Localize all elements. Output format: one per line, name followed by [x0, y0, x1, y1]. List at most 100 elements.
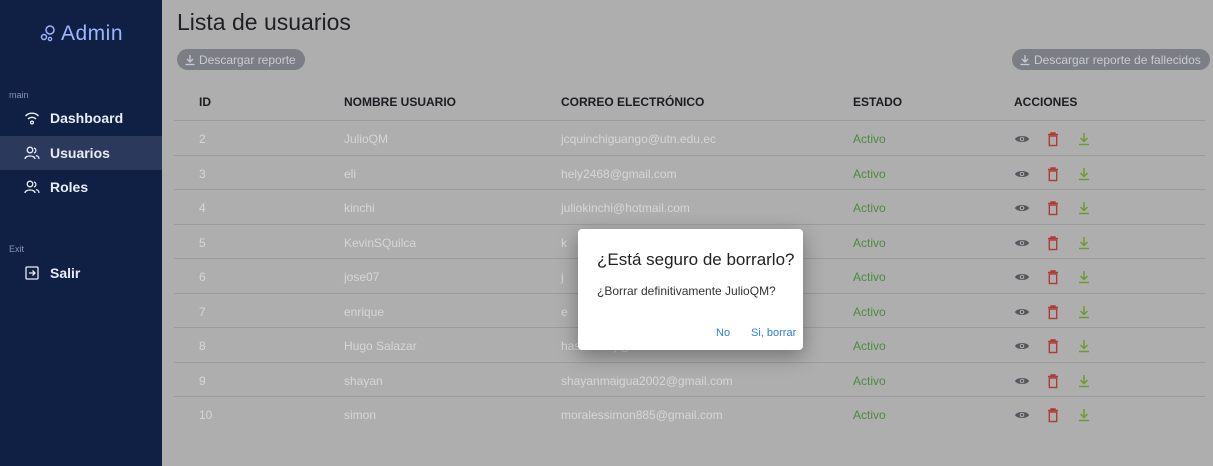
column-header-id: ID: [199, 95, 211, 109]
eye-icon[interactable]: [1014, 269, 1030, 285]
cell-actions: [1014, 166, 1107, 182]
sidebar-item-label: Dashboard: [50, 110, 124, 126]
sidebar: Admin main Dashboard Usuarios Roles Exit: [0, 0, 162, 466]
trash-icon[interactable]: [1045, 131, 1061, 147]
cell-actions: [1014, 407, 1107, 423]
cell-state: Activo: [853, 166, 886, 181]
trash-icon[interactable]: [1045, 338, 1061, 354]
table-row: 3 eli hely2468@gmail.com Activo: [174, 155, 1205, 191]
users-icon: [24, 146, 40, 160]
download-icon: [185, 54, 195, 65]
table-row: 9 shayan shayanmaigua2002@gmail.com Activo: [174, 362, 1205, 398]
cell-state: Activo: [853, 235, 886, 250]
trash-icon[interactable]: [1045, 304, 1061, 320]
table-row: 10 simon moralessimon885@gmail.com Activo: [174, 396, 1205, 432]
eye-icon[interactable]: [1014, 338, 1030, 354]
download-icon[interactable]: [1076, 269, 1092, 285]
sidebar-item-label: Roles: [50, 179, 89, 195]
confirm-delete-dialog: ¿Está seguro de borrarlo? ¿Borrar defini…: [578, 229, 803, 350]
trash-icon[interactable]: [1045, 407, 1061, 423]
cell-email: hely2468@gmail.com: [561, 166, 677, 181]
cell-actions: [1014, 373, 1107, 389]
cell-actions: [1014, 304, 1107, 320]
dialog-title: ¿Está seguro de borrarlo?: [597, 250, 795, 269]
sidebar-item-label: Usuarios: [50, 145, 110, 161]
download-icon[interactable]: [1076, 166, 1092, 182]
cell-id: 9: [199, 373, 206, 388]
brand-logo-icon: [40, 25, 55, 42]
dialog-message: ¿Borrar definitivamente JulioQM?: [597, 284, 776, 298]
download-icon[interactable]: [1076, 200, 1092, 216]
eye-icon[interactable]: [1014, 235, 1030, 251]
download-icon[interactable]: [1076, 338, 1092, 354]
eye-icon[interactable]: [1014, 407, 1030, 423]
eye-icon[interactable]: [1014, 200, 1030, 216]
dialog-confirm-button[interactable]: Si, borrar: [751, 327, 796, 339]
eye-icon[interactable]: [1014, 131, 1030, 147]
cell-name: simon: [344, 407, 377, 422]
download-icon: [1020, 54, 1030, 65]
cell-email: j: [561, 269, 564, 284]
brand[interactable]: Admin: [0, 22, 162, 46]
cell-name: jose07: [344, 269, 380, 284]
sidebar-item-usuarios[interactable]: Usuarios: [0, 136, 162, 170]
trash-icon[interactable]: [1045, 269, 1061, 285]
section-label-exit: Exit: [9, 244, 25, 254]
trash-icon[interactable]: [1045, 166, 1061, 182]
download-deceased-report-button[interactable]: Descargar reporte de fallecidos: [1012, 49, 1210, 70]
cell-email: shayanmaigua2002@gmail.com: [561, 373, 733, 388]
cell-email: jcquinchiguango@utn.edu.ec: [561, 131, 716, 146]
sidebar-item-label: Salir: [50, 265, 81, 281]
trash-icon[interactable]: [1045, 235, 1061, 251]
sidebar-item-dashboard[interactable]: Dashboard: [0, 101, 162, 135]
cell-name: eli: [344, 166, 357, 181]
section-label-main: main: [9, 90, 29, 100]
table-header-row: ID NOMBRE USUARIO CORREO ELECTRÓNICO EST…: [174, 84, 1205, 120]
cell-id: 5: [199, 235, 206, 250]
cell-id: 2: [199, 131, 206, 146]
brand-label: Admin: [60, 22, 124, 45]
users-icon: [24, 180, 40, 194]
download-icon[interactable]: [1076, 407, 1092, 423]
cell-name: KevinSQuilca: [344, 235, 417, 250]
cell-state: Activo: [853, 131, 886, 146]
logout-icon: [25, 266, 39, 280]
download-icon[interactable]: [1076, 304, 1092, 320]
trash-icon[interactable]: [1045, 200, 1061, 216]
cell-state: Activo: [853, 304, 886, 319]
cell-email: moralessimon885@gmail.com: [561, 407, 723, 422]
eye-icon[interactable]: [1014, 373, 1030, 389]
eye-icon[interactable]: [1014, 304, 1030, 320]
column-header-name: NOMBRE USUARIO: [344, 95, 457, 109]
download-report-button[interactable]: Descargar reporte: [177, 49, 305, 70]
column-header-actions: ACCIONES: [1014, 95, 1078, 109]
cell-actions: [1014, 131, 1107, 147]
dialog-cancel-button[interactable]: No: [716, 327, 730, 339]
cell-email: k: [561, 235, 567, 250]
cell-actions: [1014, 338, 1107, 354]
wifi-icon: [24, 112, 40, 125]
download-icon[interactable]: [1076, 235, 1092, 251]
cell-name: enrique: [344, 304, 385, 319]
cell-id: 6: [199, 269, 206, 284]
cell-id: 4: [199, 200, 206, 215]
cell-name: shayan: [344, 373, 383, 388]
download-icon[interactable]: [1076, 373, 1092, 389]
cell-id: 10: [199, 407, 213, 422]
download-icon[interactable]: [1076, 131, 1092, 147]
trash-icon[interactable]: [1045, 373, 1061, 389]
sidebar-item-roles[interactable]: Roles: [0, 170, 162, 204]
cell-state: Activo: [853, 269, 886, 284]
page-title: Lista de usuarios: [177, 9, 351, 35]
cell-id: 8: [199, 338, 206, 353]
cell-state: Activo: [853, 407, 886, 422]
cell-state: Activo: [853, 338, 886, 353]
cell-name: JulioQM: [344, 131, 389, 146]
cell-state: Activo: [853, 373, 886, 388]
eye-icon[interactable]: [1014, 166, 1030, 182]
cell-name: Hugo Salazar: [344, 338, 417, 353]
sidebar-item-salir[interactable]: Salir: [0, 256, 162, 290]
table-row: 4 kinchi juliokinchi@hotmail.com Activo: [174, 189, 1205, 225]
table-row: 2 JulioQM jcquinchiguango@utn.edu.ec Activo: [174, 120, 1205, 156]
cell-actions: [1014, 235, 1107, 251]
